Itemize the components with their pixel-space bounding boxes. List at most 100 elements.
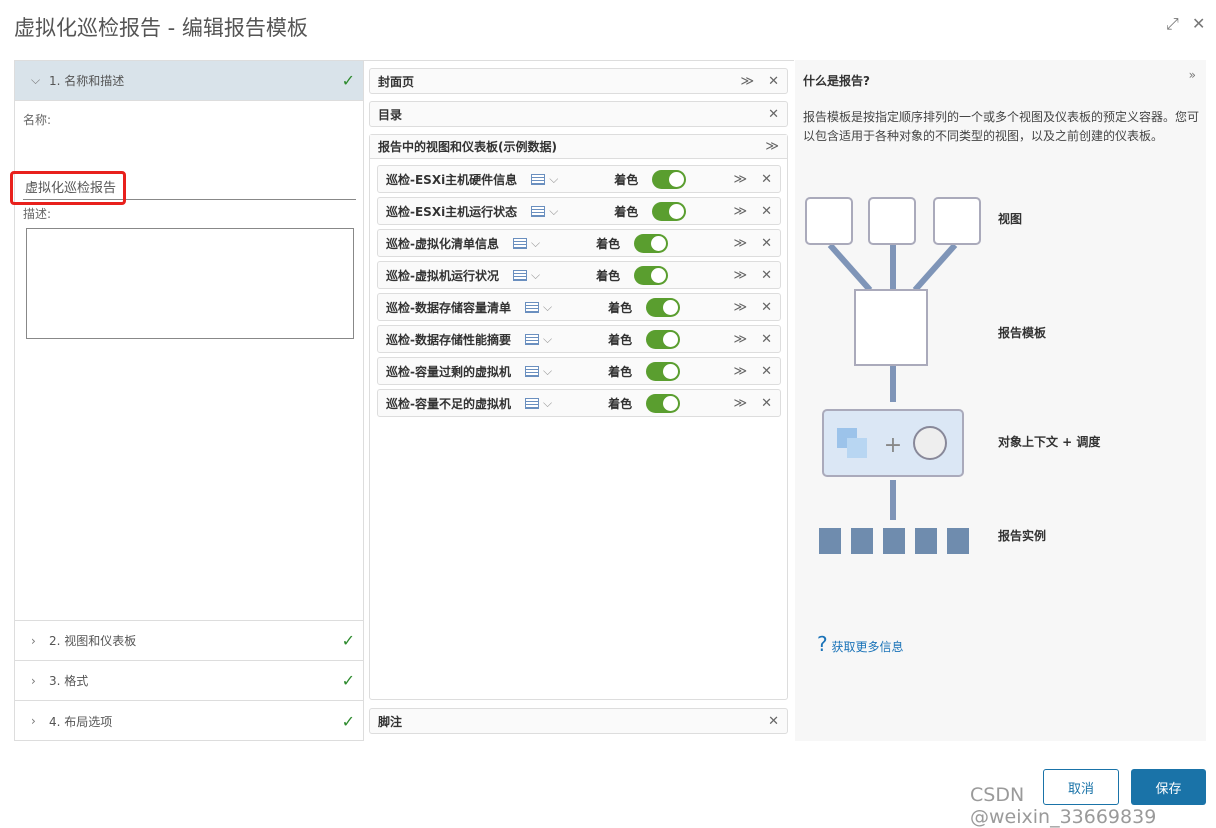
remove-icon[interactable]: ✕	[768, 74, 779, 89]
expand-icon[interactable]: ≫	[740, 74, 754, 89]
remove-icon[interactable]: ✕	[761, 268, 772, 283]
color-toggle[interactable]	[646, 361, 681, 381]
remove-icon[interactable]: ✕	[761, 236, 772, 251]
document-icon[interactable]	[524, 365, 539, 377]
view-row[interactable]: 巡检-容量过剩的虚拟机 ⌵ 着色 ≫ ✕	[377, 357, 781, 385]
document-icon[interactable]	[512, 237, 527, 249]
step-layout-options[interactable]: › 4. 布局选项 ✓	[15, 701, 363, 741]
color-label: 着色	[608, 364, 633, 379]
color-toggle[interactable]	[646, 329, 681, 349]
color-toggle[interactable]	[652, 169, 687, 189]
expand-icon[interactable]: ≫	[733, 236, 747, 251]
remove-icon[interactable]: ✕	[761, 204, 772, 219]
document-icon[interactable]	[531, 205, 546, 217]
step-body: 名称: 虚拟化巡检报告 描述:	[10, 101, 363, 621]
chevron-down-icon[interactable]: ⌵	[543, 300, 552, 315]
chevron-down-icon[interactable]: ⌵	[531, 236, 540, 251]
help-title: 什么是报告?	[803, 74, 870, 88]
step-name-description[interactable]: ⌵ 1. 名称和描述 ✓	[15, 61, 363, 101]
remove-icon[interactable]: ✕	[761, 396, 772, 411]
color-toggle[interactable]	[646, 297, 681, 317]
tree-icon	[933, 197, 981, 245]
remove-icon[interactable]: ✕	[768, 107, 779, 122]
diagram-label-views: 视图	[998, 212, 1023, 226]
chevron-down-icon[interactable]: ⌵	[543, 396, 552, 411]
expand-icon[interactable]: ≫	[765, 139, 779, 154]
more-info-text: 获取更多信息	[831, 640, 904, 654]
view-row[interactable]: 巡检-数据存储容量清单 ⌵ 着色 ≫ ✕	[377, 293, 781, 321]
document-icon[interactable]	[512, 269, 527, 281]
wizard-steps: ⌵ 1. 名称和描述 ✓ 名称: 虚拟化巡检报告 描述: › 2. 视图和仪表板 ✓ ›…	[10, 60, 364, 741]
expand-icon[interactable]: ≫	[733, 364, 747, 379]
chevron-down-icon[interactable]: ⌵	[531, 268, 540, 283]
check-icon: ✓	[341, 631, 355, 650]
section-title: 封面页	[378, 74, 415, 89]
more-info-link[interactable]: ? 获取更多信息	[817, 632, 903, 656]
maximize-icon[interactable]: ⤢	[1166, 14, 1179, 34]
step-format[interactable]: › 3. 格式 ✓	[15, 661, 363, 701]
chevron-down-icon[interactable]: ⌵	[549, 204, 558, 219]
document-icon[interactable]	[524, 333, 539, 345]
expand-icon[interactable]: ≫	[733, 268, 747, 283]
document-icon[interactable]	[524, 397, 539, 409]
view-row[interactable]: 巡检-容量不足的虚拟机 ⌵ 着色 ≫ ✕	[377, 389, 781, 417]
view-name: 巡检-虚拟机运行状况	[386, 268, 499, 283]
report-diagram: +	[819, 243, 969, 554]
dialog-title: 虚拟化巡检报告 - 编辑报告模板	[14, 16, 308, 40]
bar-chart-icon	[868, 197, 916, 245]
description-label: 描述:	[23, 207, 52, 221]
chevron-down-icon[interactable]: ⌵	[549, 172, 558, 187]
cover-page-section: 封面页 ≫ ✕	[369, 68, 788, 94]
color-label: 着色	[614, 172, 639, 187]
remove-icon[interactable]: ✕	[761, 172, 772, 187]
remove-icon[interactable]: ✕	[761, 364, 772, 379]
view-row[interactable]: 巡检-ESXi主机硬件信息 ⌵ 着色 ≫ ✕	[377, 165, 781, 193]
color-label: 着色	[614, 204, 639, 219]
document-icon[interactable]	[531, 173, 546, 185]
expand-icon[interactable]: ≫	[733, 332, 747, 347]
expand-icon[interactable]: ≫	[733, 204, 747, 219]
remove-icon[interactable]: ✕	[768, 714, 779, 729]
expand-icon[interactable]: ≫	[733, 300, 747, 315]
name-label: 名称:	[23, 113, 52, 127]
view-row[interactable]: 巡检-ESXi主机运行状态 ⌵ 着色 ≫ ✕	[377, 197, 781, 225]
help-panel: 什么是报告? » 报告模板是按指定顺序排列的一个或多个视图及仪表板的预定义容器。…	[795, 60, 1206, 741]
expand-icon[interactable]: ≫	[733, 396, 747, 411]
remove-icon[interactable]: ✕	[761, 332, 772, 347]
description-textarea[interactable]	[26, 228, 354, 339]
footer-section: 脚注 ✕	[369, 708, 788, 734]
view-name: 巡检-容量过剩的虚拟机	[386, 364, 511, 379]
section-title: 脚注	[378, 714, 403, 729]
diagram-label-instances: 报告实例	[998, 529, 1047, 543]
view-row[interactable]: 巡检-数据存储性能摘要 ⌵ 着色 ≫ ✕	[377, 325, 781, 353]
step-label: 4. 布局选项	[49, 714, 113, 729]
toc-section: 目录 ✕	[369, 101, 788, 127]
chevron-down-icon[interactable]: ⌵	[543, 364, 552, 379]
view-name: 巡检-虚拟化清单信息	[386, 236, 499, 251]
document-icon[interactable]	[524, 301, 539, 313]
step-views-dashboards[interactable]: › 2. 视图和仪表板 ✓	[15, 621, 363, 661]
collapse-icon[interactable]: »	[1189, 68, 1196, 82]
chevron-down-icon[interactable]: ⌵	[543, 332, 552, 347]
step-label: 2. 视图和仪表板	[49, 634, 137, 648]
view-row[interactable]: 巡检-虚拟化清单信息 ⌵ 着色 ≫ ✕	[377, 229, 781, 257]
expand-icon[interactable]: ≫	[733, 172, 747, 187]
watermark: CSDN @weixin_33669839	[970, 784, 1157, 828]
color-label: 着色	[596, 268, 621, 283]
remove-icon[interactable]: ✕	[761, 300, 772, 315]
view-row[interactable]: 巡检-虚拟机运行状况 ⌵ 着色 ≫ ✕	[377, 261, 781, 289]
color-toggle[interactable]	[634, 265, 669, 285]
highlight-box	[10, 171, 126, 205]
section-title: 报告中的视图和仪表板(示例数据)	[378, 140, 557, 154]
color-toggle[interactable]	[646, 393, 681, 413]
line-chart-icon	[805, 197, 853, 245]
help-icon: ?	[817, 632, 828, 656]
check-icon: ✓	[341, 711, 355, 731]
chevron-right-icon: ›	[31, 633, 36, 648]
color-toggle[interactable]	[652, 201, 687, 221]
color-toggle[interactable]	[634, 233, 669, 253]
section-title: 目录	[378, 107, 403, 122]
view-name: 巡检-ESXi主机硬件信息	[386, 172, 518, 187]
chevron-down-icon: ⌵	[31, 73, 41, 87]
close-icon[interactable]: ✕	[1192, 14, 1205, 33]
